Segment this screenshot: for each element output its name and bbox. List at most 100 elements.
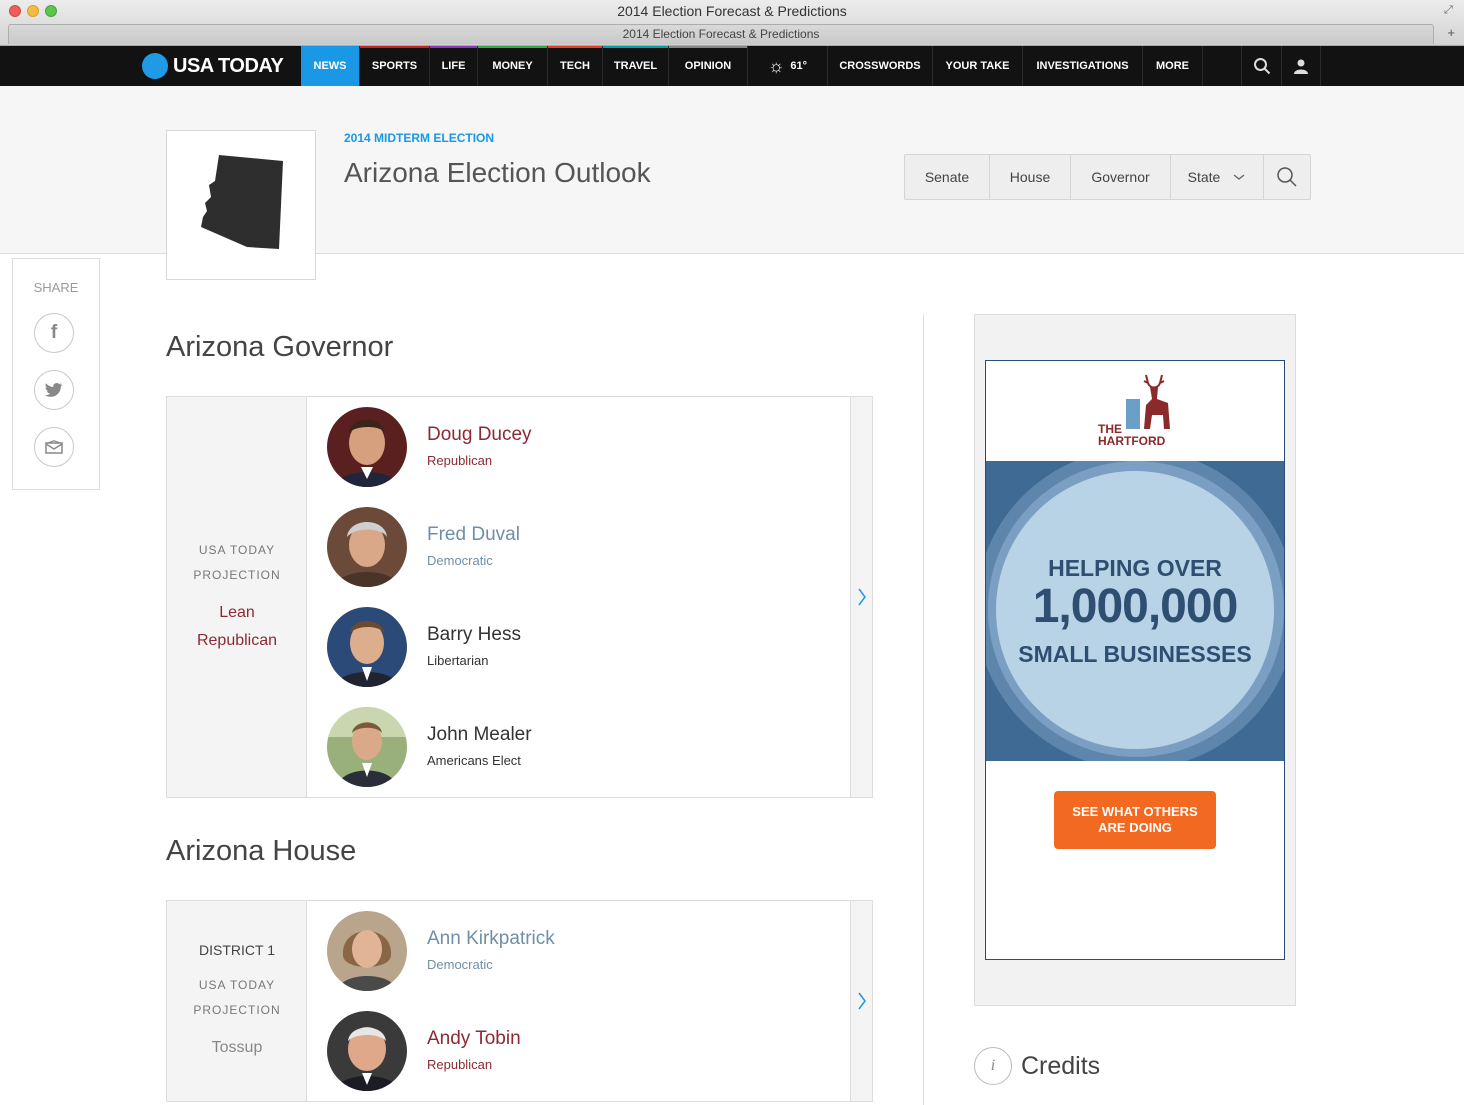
header-search-button[interactable] [1264,155,1310,199]
window-titlebar: 2014 Election Forecast & Predictions ⤢ 2… [0,0,1464,46]
nav-money-label: MONEY [492,60,533,72]
nav-news-label: NEWS [313,60,347,72]
candidate-name[interactable]: John Mealer [427,724,532,746]
nav-investigations-label: INVESTIGATIONS [1036,60,1129,72]
governor-section-title: Arizona Governor [166,331,394,363]
chevron-right-icon [857,588,866,606]
browser-tab[interactable]: 2014 Election Forecast & Predictions [8,24,1434,44]
info-icon: i [974,1047,1012,1085]
candidate-party: Libertarian [427,653,489,668]
candidate-row[interactable]: Ann Kirkpatrick Democratic [327,911,747,993]
nav-sports[interactable]: SPORTS [360,46,430,86]
page-title: Arizona Election Outlook [344,157,651,188]
nav-opinion-label: OPINION [684,60,732,72]
email-icon [45,440,63,454]
candidate-name[interactable]: Barry Hess [427,624,521,646]
credits-label: Credits [1021,1051,1101,1080]
facebook-share-button[interactable]: f [34,313,74,353]
search-icon[interactable] [1241,46,1281,86]
section-kicker[interactable]: 2014 MIDTERM ELECTION [344,131,494,145]
nav-news[interactable]: NEWS [301,46,360,86]
governor-projection-panel: USA TODAY PROJECTION Lean Republican [167,397,307,797]
nav-investigations[interactable]: INVESTIGATIONS [1023,46,1143,86]
ad-headline-2: 1,000,000 [1032,580,1239,633]
candidate-party: Republican [427,453,493,468]
nav-opinion[interactable]: OPINION [669,46,748,86]
logo-text: USA TODAY [173,54,284,77]
house-projection-panel: DISTRICT 1 USA TODAY PROJECTION Tossup [167,901,307,1101]
fullscreen-icon[interactable]: ⤢ [1444,4,1456,16]
nav-money[interactable]: MONEY [478,46,548,86]
candidate-party: Democratic [427,553,493,568]
candidate-name[interactable]: Fred Duval [427,524,520,546]
projection-value-tossup: Tossup [211,1039,263,1056]
site-nav: USA TODAY NEWS SPORTS LIFE MONEY TECH TR… [0,46,1464,86]
nav-life[interactable]: LIFE [430,46,478,86]
nav-your-take[interactable]: YOUR TAKE [933,46,1023,86]
ad-hero: HELPING OVER 1,000,000 SMALL BUSINESSES [986,461,1284,761]
new-tab-icon[interactable]: + [1447,26,1455,40]
segment-governor[interactable]: Governor [1071,155,1171,199]
twitter-icon [45,382,63,397]
segment-state-label: State [1187,169,1221,185]
candidate-row[interactable]: Fred Duval Democratic [327,507,747,589]
candidate-photo [327,1011,407,1091]
nav-crosswords-label: CROSSWORDS [839,60,921,72]
ad-cta-button[interactable]: SEE WHAT OTHERS ARE DOING [1054,791,1216,849]
candidate-photo [327,607,407,687]
candidate-row[interactable]: John Mealer Americans Elect [327,707,747,789]
candidate-party: Americans Elect [427,753,521,768]
chevron-down-icon [1233,174,1245,180]
nav-tech[interactable]: TECH [548,46,603,86]
email-share-button[interactable] [34,427,74,467]
segment-state-dropdown[interactable]: State [1171,155,1264,199]
projection-value-party: Republican [196,632,278,649]
candidate-row[interactable]: Barry Hess Libertarian [327,607,747,689]
segment-house[interactable]: House [990,155,1071,199]
credits-link[interactable]: i Credits [974,1046,1100,1086]
nav-more[interactable]: MORE [1143,46,1203,86]
ad-headline-1: HELPING OVER [1048,555,1222,581]
projection-label: PROJECTION [193,1003,281,1017]
tab-title: 2014 Election Forecast & Predictions [622,27,820,41]
nav-money-accent [478,46,547,48]
segment-senate[interactable]: Senate [905,155,990,199]
governor-next-button[interactable] [850,397,872,797]
governor-race-card: USA TODAY PROJECTION Lean Republican Dou… [166,396,873,798]
candidate-photo [327,911,407,991]
projection-label-source: USA TODAY [198,543,276,557]
nav-crosswords[interactable]: CROSSWORDS [828,46,933,86]
race-type-selector: Senate House Governor State [904,154,1311,200]
candidate-name[interactable]: Doug Ducey [427,424,532,446]
candidate-photo [327,507,407,587]
house-next-button[interactable] [850,901,872,1101]
house-section-title: Arizona House [166,835,357,867]
facebook-icon: f [50,322,58,343]
nav-weather[interactable]: ☼ 61° [748,46,828,86]
projection-value-lean: Lean [219,604,255,621]
nav-tech-label: TECH [560,60,590,72]
candidate-party: Democratic [427,957,493,972]
nav-travel[interactable]: TRAVEL [603,46,669,86]
column-divider [923,314,924,1105]
weather-sun-icon: ☼ [767,55,785,76]
ad-brand-line2: HARTFORD [1098,434,1166,448]
candidate-name[interactable]: Ann Kirkpatrick [427,928,555,950]
twitter-share-button[interactable] [34,370,74,410]
window-title: 2014 Election Forecast & Predictions [617,3,847,19]
chevron-right-icon [857,992,866,1010]
nav-tech-accent [548,46,602,48]
nav-travel-label: TRAVEL [613,60,658,72]
share-label: SHARE [33,280,79,295]
arizona-map-icon [201,155,283,249]
usa-today-logo[interactable]: USA TODAY [142,52,284,80]
candidate-row[interactable]: Doug Ducey Republican [327,407,747,489]
candidate-row[interactable]: Andy Tobin Republican [327,1011,747,1093]
hartford-ad[interactable]: THE HARTFORD HELPING OVER 1,000,000 SMAL… [985,360,1285,960]
candidate-party: Republican [427,1057,493,1072]
candidate-name[interactable]: Andy Tobin [427,1028,521,1050]
user-icon[interactable] [1281,46,1321,86]
nav-sports-label: SPORTS [371,60,418,72]
district-label: DISTRICT 1 [199,942,275,958]
weather-temp: 61° [790,60,808,72]
